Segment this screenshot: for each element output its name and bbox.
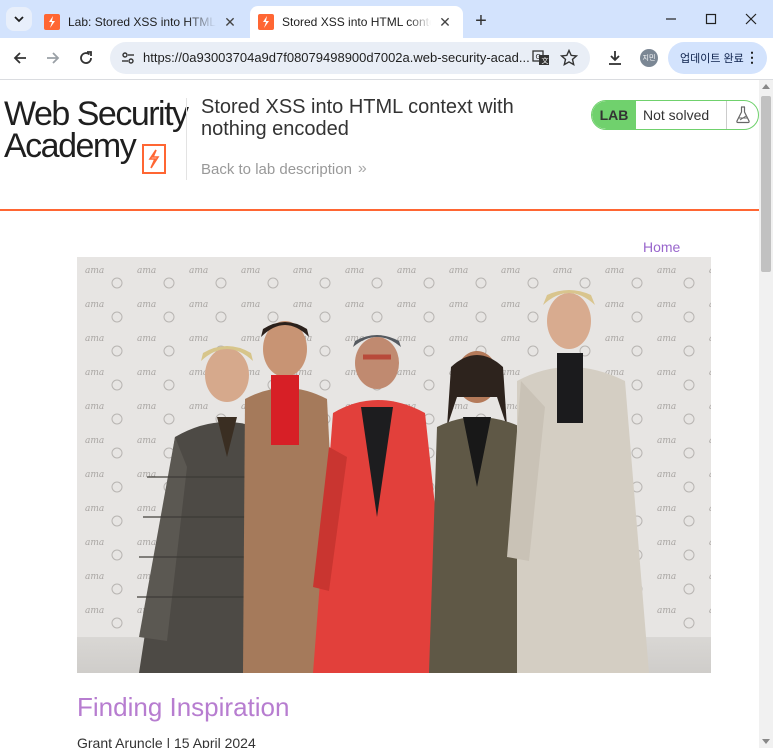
portswigger-favicon-icon bbox=[258, 14, 274, 30]
maximize-icon bbox=[705, 13, 717, 25]
arrow-right-icon bbox=[47, 52, 60, 64]
tab-search-button[interactable] bbox=[6, 7, 32, 31]
close-window-button[interactable] bbox=[731, 4, 771, 34]
url-text[interactable]: https://0a93003704a9d7f08079498900d7002a… bbox=[143, 50, 530, 65]
tab-lab-active[interactable]: Stored XSS into HTML context with nothin… bbox=[250, 6, 463, 38]
lab-badge: LAB bbox=[592, 101, 636, 129]
logo-text-line2: Academy bbox=[4, 127, 137, 165]
scroll-up-arrow-icon[interactable] bbox=[762, 84, 770, 89]
back-to-lab-description-link[interactable]: Back to lab description » bbox=[201, 160, 367, 178]
forward-button[interactable] bbox=[39, 44, 67, 72]
bookmark-button[interactable] bbox=[557, 46, 581, 70]
address-bar[interactable]: https://0a93003704a9d7f08079498900d7002a… bbox=[110, 42, 590, 74]
update-button[interactable]: 업데이트 완료 ⋮ bbox=[668, 42, 767, 74]
logo-bolt-icon bbox=[142, 144, 166, 174]
post-title: Finding Inspiration bbox=[77, 692, 290, 722]
more-menu-icon[interactable]: ⋮ bbox=[745, 48, 759, 66]
close-tab-icon[interactable]: ✕ bbox=[435, 12, 455, 32]
page-scrollbar[interactable] bbox=[759, 80, 773, 748]
lab-header: Web Security Academy Stored XSS into HTM… bbox=[0, 80, 759, 211]
tab-title: Stored XSS into HTML context with nothin… bbox=[282, 15, 431, 29]
chevron-down-icon bbox=[14, 16, 24, 23]
translate-button[interactable]: G文 bbox=[529, 46, 553, 70]
new-tab-button[interactable]: + bbox=[468, 8, 494, 34]
update-button-label: 업데이트 완료 bbox=[680, 53, 744, 65]
site-info-button[interactable] bbox=[116, 46, 140, 70]
close-tab-icon[interactable]: ✕ bbox=[220, 12, 240, 32]
scroll-down-arrow-icon[interactable] bbox=[762, 739, 770, 744]
tab-title: Lab: Stored XSS into HTML context with n… bbox=[68, 15, 216, 29]
post-author-date: Grant Aruncle | 15 April 2024 bbox=[77, 735, 256, 748]
profile-avatar[interactable]: 지민 bbox=[640, 49, 658, 67]
arrow-left-icon bbox=[13, 52, 26, 64]
tab-strip: Lab: Stored XSS into HTML context with n… bbox=[0, 0, 773, 38]
translate-icon: G文 bbox=[532, 50, 549, 65]
group-photo-image: ama bbox=[77, 257, 711, 673]
downloads-button[interactable] bbox=[601, 44, 629, 72]
lab-status-text: Not solved bbox=[643, 107, 710, 123]
scrollbar-thumb[interactable] bbox=[761, 96, 771, 272]
minimize-icon bbox=[666, 18, 676, 20]
tune-icon bbox=[122, 52, 134, 64]
page-viewport: Web Security Academy Stored XSS into HTM… bbox=[0, 80, 759, 748]
back-link-label: Back to lab description bbox=[201, 160, 352, 178]
close-icon bbox=[745, 13, 757, 25]
svg-text:G: G bbox=[536, 53, 541, 61]
reload-icon bbox=[80, 51, 92, 64]
flask-icon bbox=[726, 101, 758, 129]
star-icon bbox=[560, 49, 578, 67]
minimize-button[interactable] bbox=[651, 4, 691, 34]
lab-title: Stored XSS into HTML context with nothin… bbox=[201, 96, 514, 140]
home-link[interactable]: Home bbox=[643, 239, 680, 255]
browser-toolbar: https://0a93003704a9d7f08079498900d7002a… bbox=[0, 38, 773, 80]
download-icon bbox=[609, 51, 621, 65]
web-security-academy-logo[interactable]: Web Security Academy bbox=[4, 96, 189, 174]
portswigger-favicon-icon bbox=[44, 14, 60, 30]
back-button[interactable] bbox=[6, 44, 34, 72]
lab-status-widget: LAB Not solved bbox=[591, 100, 759, 130]
tab-lab-description[interactable]: Lab: Stored XSS into HTML context with n… bbox=[36, 6, 248, 38]
reload-button[interactable] bbox=[72, 44, 100, 72]
header-divider bbox=[186, 98, 187, 180]
post-hero-image: ama bbox=[77, 257, 711, 673]
maximize-button[interactable] bbox=[691, 4, 731, 34]
double-chevron-right-icon: » bbox=[357, 160, 367, 177]
svg-text:文: 文 bbox=[542, 56, 549, 65]
